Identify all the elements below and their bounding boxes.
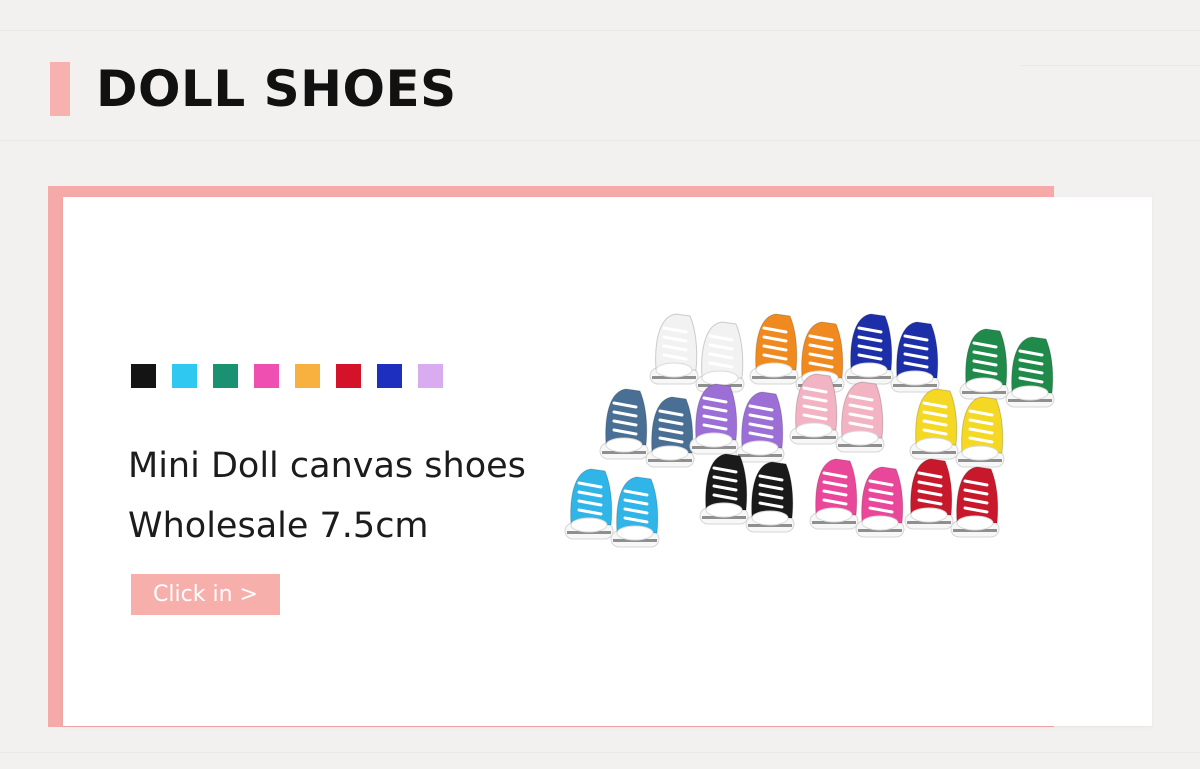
sneaker-pair [689, 383, 785, 463]
title-accent-bar [50, 62, 70, 116]
sneaker-pair [599, 388, 695, 468]
sneaker-pair [909, 388, 1005, 468]
sneaker-pair [699, 453, 795, 533]
color-swatch[interactable] [254, 364, 279, 388]
product-headline: Mini Doll canvas shoes Wholesale 7.5cm [128, 436, 526, 556]
product-photo-sneakers[interactable] [555, 290, 1055, 610]
section-title: DOLL SHOES [96, 60, 457, 118]
sneaker-pair [904, 458, 1000, 538]
sneaker-pair [564, 468, 660, 548]
color-swatch[interactable] [213, 364, 238, 388]
color-swatches [131, 364, 443, 388]
click-in-button[interactable]: Click in > [131, 574, 280, 615]
background-line [1020, 65, 1200, 66]
color-swatch[interactable] [377, 364, 402, 388]
color-swatch[interactable] [418, 364, 443, 388]
sneaker-pair [959, 328, 1055, 408]
headline-line-1: Mini Doll canvas shoes [128, 446, 526, 486]
sneaker-pair [809, 458, 905, 538]
color-swatch[interactable] [131, 364, 156, 388]
background-line [0, 752, 1200, 753]
headline-line-2: Wholesale 7.5cm [128, 506, 429, 546]
background-line [0, 30, 1200, 31]
color-swatch[interactable] [172, 364, 197, 388]
color-swatch[interactable] [336, 364, 361, 388]
sneaker-pair [844, 313, 940, 393]
color-swatch[interactable] [295, 364, 320, 388]
background-line [0, 140, 1200, 141]
sneaker-pair [649, 313, 745, 393]
